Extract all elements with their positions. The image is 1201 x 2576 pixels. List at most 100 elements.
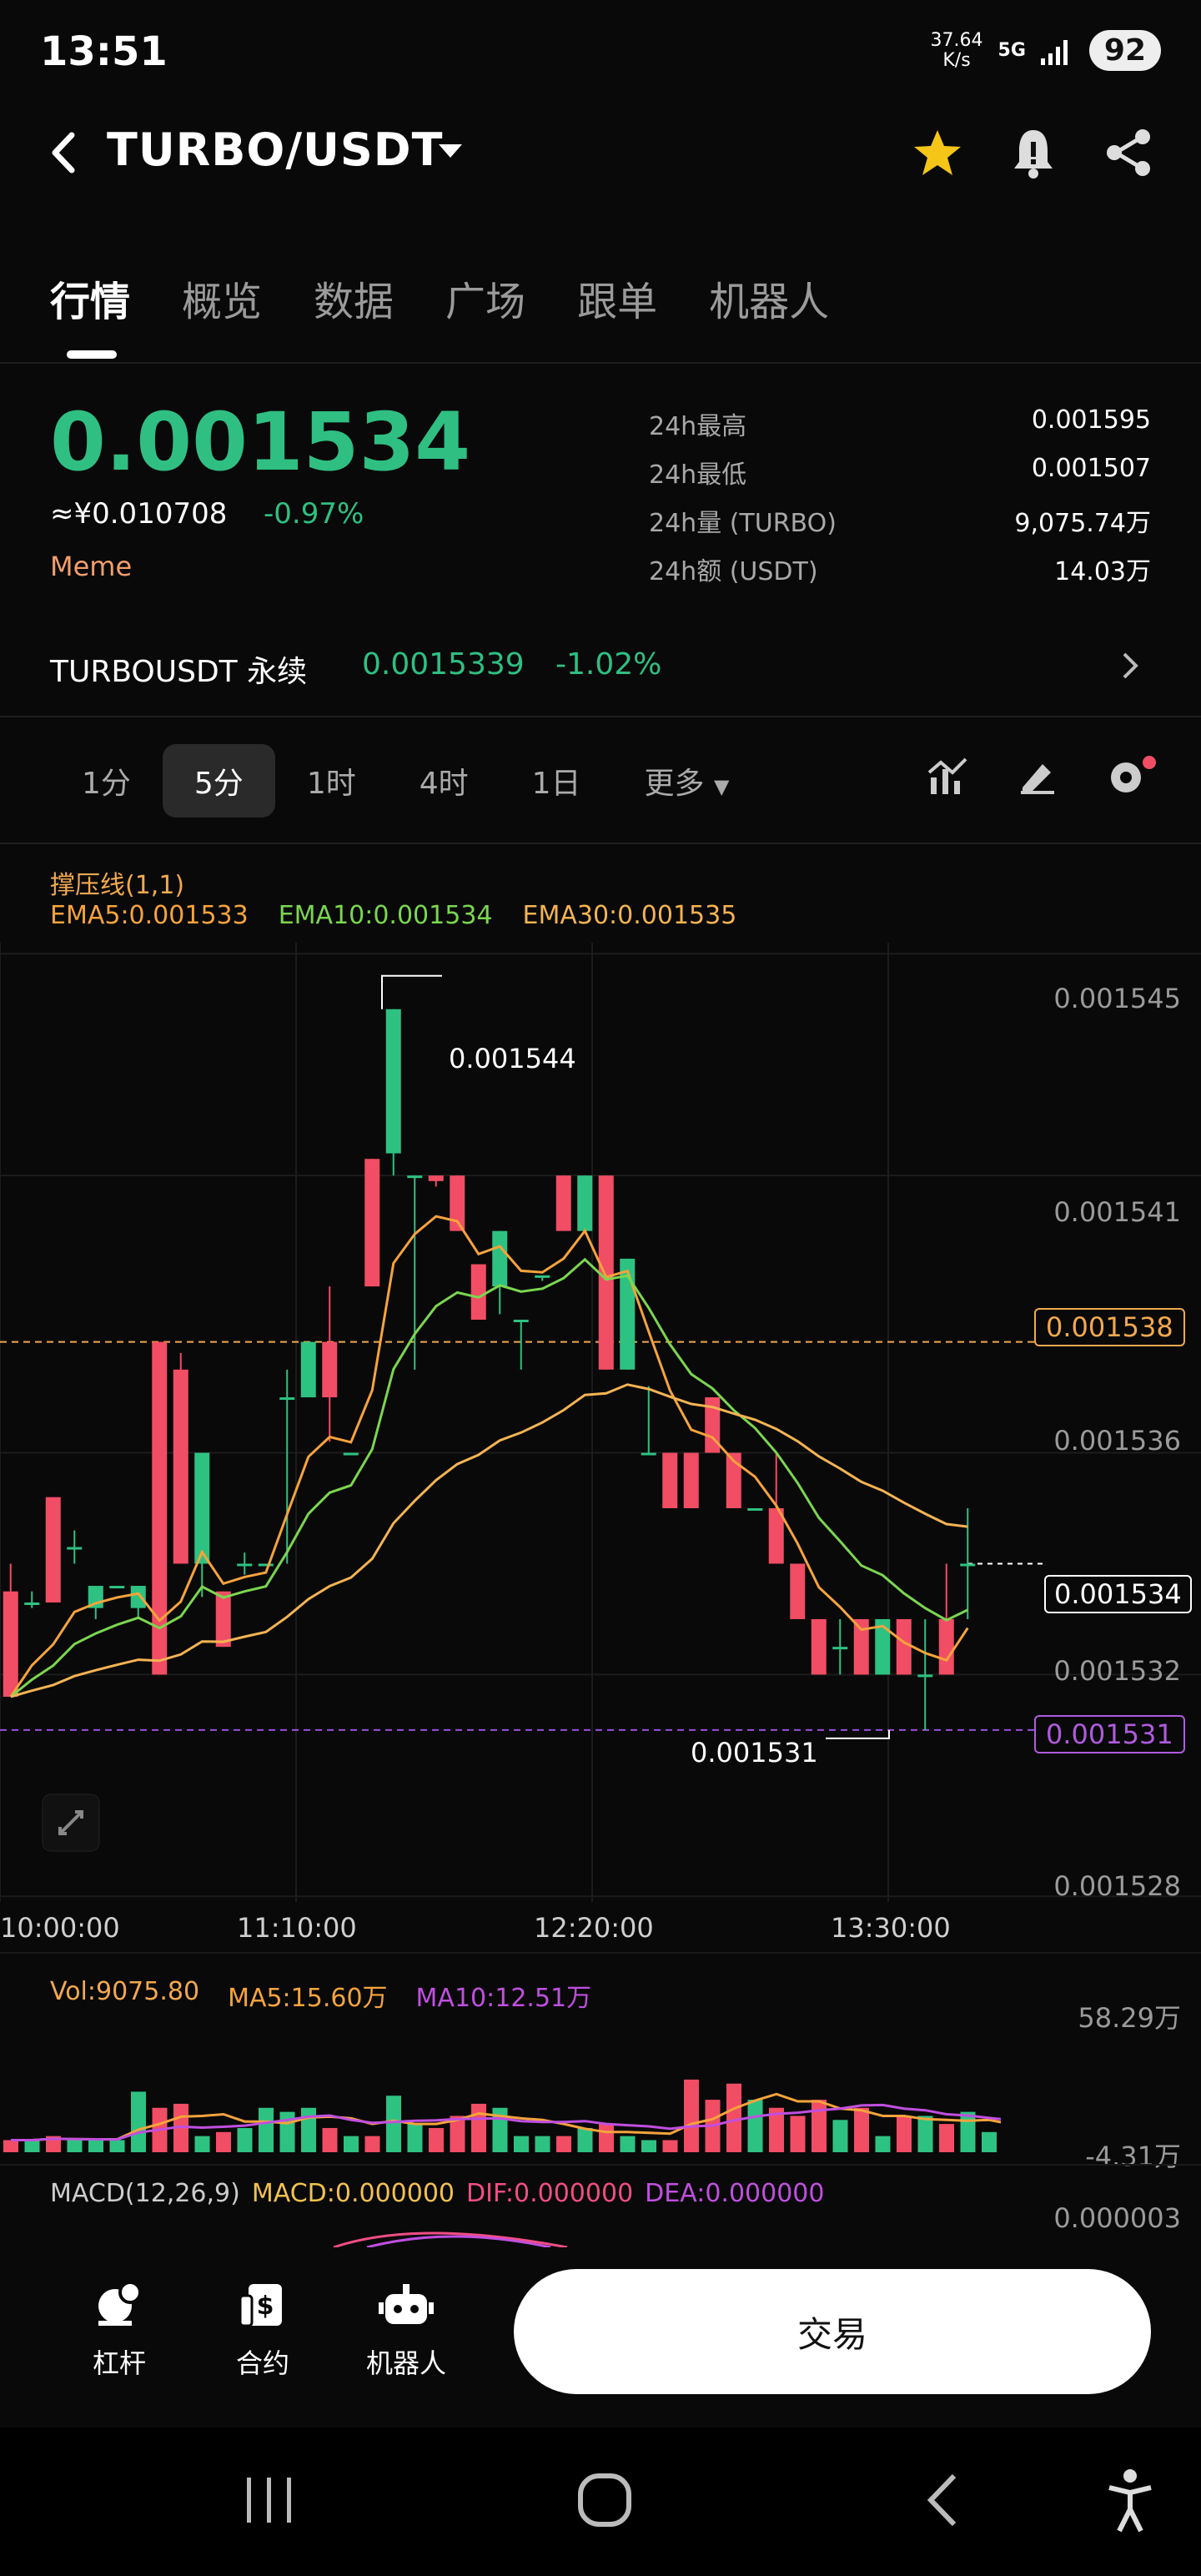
volume-chart[interactable] [0, 2002, 1001, 2161]
x-tick-label: 12:20:00 [534, 1912, 654, 1944]
accessibility-icon[interactable] [1106, 2468, 1154, 2534]
candle-body [215, 1591, 231, 1648]
favorite-star-icon[interactable] [912, 128, 962, 177]
volume-bar [344, 2136, 359, 2152]
candle-body [109, 1586, 125, 1589]
volume-bar [216, 2131, 231, 2152]
interval-1d[interactable]: 1日 [500, 744, 613, 818]
pair-dropdown-icon[interactable] [439, 144, 462, 158]
candle-body [407, 1175, 423, 1179]
candle-body [938, 1618, 954, 1675]
alert-bell-icon[interactable] [1011, 125, 1056, 180]
trade-button[interactable]: 交易 [514, 2269, 1151, 2394]
macd-dif: DIF:0.000000 [466, 2179, 634, 2208]
macd-dea: DEA:0.000000 [645, 2179, 825, 2208]
fullscreen-icon[interactable] [42, 1794, 100, 1852]
tab-data[interactable]: 数据 [314, 269, 394, 327]
candle-body [662, 1452, 678, 1508]
category-tag[interactable]: Meme [50, 551, 132, 582]
bot-button[interactable]: 机器人 [352, 2277, 460, 2381]
volume-bar [109, 2140, 125, 2152]
back-arrow-icon[interactable] [48, 125, 82, 180]
candle-body [598, 1175, 614, 1370]
perpetual-name[interactable]: TURBOUSDT 永续 [50, 647, 307, 691]
candle-body [960, 1563, 976, 1567]
stat-volume-label: 24h量 (TURBO) [649, 509, 837, 538]
candle-body [173, 1369, 188, 1564]
back-nav-icon[interactable] [922, 2471, 961, 2529]
ema-legend: EMA5:0.001533 EMA10:0.001534 EMA30:0.001… [50, 901, 736, 930]
tab-square[interactable]: 广场 [445, 269, 525, 327]
interval-1h[interactable]: 1时 [275, 744, 388, 818]
candle-body [853, 1618, 869, 1675]
dropdown-caret-icon: ▼ [714, 775, 730, 798]
candle-body [917, 1674, 933, 1678]
volume-bar [24, 2140, 40, 2152]
volume-bar [67, 2140, 83, 2152]
home-icon[interactable] [575, 2471, 634, 2529]
chart-tools [927, 754, 1159, 797]
recent-apps-icon[interactable] [244, 2474, 297, 2526]
settings-gear-icon[interactable] [1106, 754, 1159, 797]
pair-title[interactable]: TURBO/USDT [107, 123, 443, 176]
divider [0, 2164, 1201, 2166]
macd-legend: MACD(12,26,9) MACD:0.000000 DIF:0.000000… [50, 2179, 824, 2208]
volume-bar [960, 2111, 976, 2152]
last-price: 0.001534 [50, 395, 471, 489]
volume-bar [577, 2127, 593, 2152]
volume-bar [897, 2116, 912, 2152]
candlestick-chart[interactable] [0, 943, 1201, 1902]
tab-bot[interactable]: 机器人 [709, 269, 829, 327]
volume-bar [790, 2116, 806, 2152]
volume-bar [854, 2107, 869, 2152]
volume-bar [875, 2136, 891, 2152]
futures-label: 合约 [235, 2347, 289, 2379]
volume-bar [237, 2127, 253, 2152]
candle-body [811, 1618, 827, 1675]
chevron-right-icon[interactable] [1118, 649, 1143, 682]
interval-5m[interactable]: 5分 [162, 744, 275, 818]
interval-1m[interactable]: 1分 [50, 744, 163, 818]
section-tabs: 行情 概览 数据 广场 跟单 机器人 [50, 269, 881, 327]
volume-bar [259, 2107, 274, 2152]
candle-body [555, 1175, 571, 1231]
volume-bar [620, 2136, 636, 2152]
candle-body [428, 1175, 444, 1181]
bot-label: 机器人 [365, 2347, 446, 2379]
candle-body [45, 1497, 61, 1602]
volume-bar [407, 2124, 423, 2152]
tab-copy-trade[interactable]: 跟单 [577, 269, 657, 327]
volume-bar [3, 2140, 18, 2152]
support-price-tag: 0.001531 [1034, 1715, 1185, 1753]
futures-button[interactable]: $ 合约 [209, 2277, 317, 2381]
leverage-icon [98, 2281, 142, 2326]
candle-body [832, 1647, 848, 1650]
candle-body [343, 1452, 359, 1456]
tab-overview[interactable]: 概览 [182, 269, 262, 327]
candle-body [790, 1563, 806, 1619]
high-marker-label: 0.001544 [449, 1043, 576, 1074]
status-time: 13:51 [40, 28, 168, 75]
macd-lines [333, 2231, 568, 2247]
draw-pen-icon[interactable] [1018, 756, 1058, 796]
tab-market[interactable]: 行情 [50, 269, 130, 327]
perpetual-change: -1.02% [555, 647, 662, 682]
battery-indicator: 92 [1088, 30, 1161, 71]
stat-low-value: 0.001507 [1031, 454, 1151, 483]
share-icon[interactable] [1104, 128, 1153, 177]
leverage-button[interactable]: 杠杆 [65, 2277, 173, 2381]
volume-bar [556, 2136, 571, 2152]
divider [0, 362, 1201, 364]
robot-icon [379, 2284, 434, 2324]
indicator-chart-icon[interactable] [927, 756, 969, 796]
low-marker-label: 0.001531 [691, 1737, 818, 1768]
interval-more[interactable]: 更多 ▼ [613, 744, 761, 818]
y-tick-label: 0.001532 [1053, 1655, 1181, 1687]
net-speed-unit: K/s [942, 49, 971, 71]
candle-body [896, 1618, 912, 1675]
candle-body [67, 1547, 83, 1550]
candle-body [24, 1602, 40, 1605]
volume-bar [599, 2124, 614, 2152]
interval-4h[interactable]: 4时 [388, 744, 500, 818]
volume-bar [471, 2103, 486, 2152]
